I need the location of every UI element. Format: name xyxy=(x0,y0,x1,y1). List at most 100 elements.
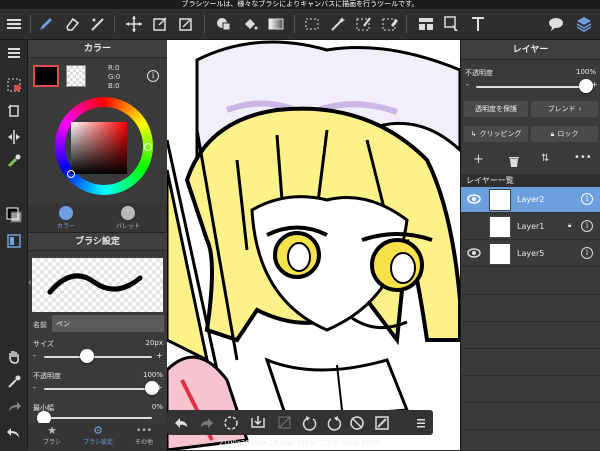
background-color-swatch[interactable] xyxy=(66,65,86,87)
eraser-icon[interactable] xyxy=(60,13,84,35)
eyedropper-icon[interactable] xyxy=(3,371,25,393)
brush-opacity-label: 不透明度 xyxy=(33,372,61,380)
tab-brush-settings[interactable]: ⚙ ブラシ設定 xyxy=(78,424,118,447)
smudge-icon[interactable] xyxy=(86,13,110,35)
operation-icon[interactable] xyxy=(440,13,464,35)
reorder-layer-icon[interactable]: ⇅ xyxy=(541,153,549,164)
brush-size-plus-icon[interactable]: + xyxy=(156,351,163,360)
rotate-left-icon[interactable] xyxy=(302,416,317,431)
brush-panel-title: ブラシ設定 xyxy=(28,233,167,251)
layer-thumbnail xyxy=(489,243,511,265)
magic-wand-icon[interactable] xyxy=(326,13,350,35)
text-icon[interactable] xyxy=(466,13,490,35)
layer-opacity-minus-icon[interactable]: - xyxy=(466,80,469,89)
fill-icon[interactable] xyxy=(212,13,236,35)
menu-icon[interactable] xyxy=(3,42,25,64)
eyedropper-color-icon[interactable] xyxy=(3,150,25,172)
layer-row-layer2[interactable]: Layer2 i xyxy=(461,187,600,213)
brush-size-track[interactable] xyxy=(44,356,152,358)
layers-icon[interactable] xyxy=(572,13,596,35)
brush-opacity-minus-icon[interactable]: - xyxy=(33,383,36,392)
layer-name: Layer1 xyxy=(517,222,545,231)
drawing-canvas[interactable] xyxy=(167,40,460,450)
layer-opacity-track[interactable] xyxy=(476,86,586,88)
brush-settings-panel: ブラシ設定 ‹ › 名前 ペン サイズ 20px - + 不透明度 100% -… xyxy=(28,232,167,451)
flip-canvas-icon[interactable] xyxy=(278,416,291,429)
layer-info-icon[interactable]: i xyxy=(581,193,593,205)
canvas-size-icon[interactable] xyxy=(3,74,25,96)
gradient-icon[interactable] xyxy=(264,13,288,35)
redo-icon[interactable] xyxy=(3,397,25,419)
chat-icon[interactable] xyxy=(544,13,568,35)
color-info-icon[interactable]: i xyxy=(147,70,159,82)
select-rect-icon[interactable] xyxy=(300,13,324,35)
layer-row-layer5[interactable]: Layer5 i xyxy=(461,241,600,267)
eye-icon[interactable] xyxy=(467,248,481,260)
hand-icon[interactable] xyxy=(3,345,25,367)
next-brush-icon[interactable]: › xyxy=(160,278,164,288)
color-tabs: カラー パレット xyxy=(28,203,167,232)
brush-opacity-slider[interactable] xyxy=(145,381,159,395)
filter-icon[interactable] xyxy=(414,13,438,35)
redo-icon[interactable] xyxy=(201,418,213,428)
eye-icon[interactable] xyxy=(467,194,481,206)
tab-palette[interactable]: パレット xyxy=(108,203,148,230)
layer-opacity-label: 不透明度 xyxy=(465,69,493,77)
protect-alpha-button[interactable]: 透明度を保護 xyxy=(464,101,528,117)
tab-color[interactable]: カラー xyxy=(46,203,86,230)
hue-picker-handle[interactable] xyxy=(144,143,152,151)
menu-icon[interactable] xyxy=(2,13,26,35)
transform-icon[interactable] xyxy=(148,13,172,35)
move-icon[interactable] xyxy=(122,13,146,35)
clipping-button[interactable]: ↳ クリッピング xyxy=(464,126,528,142)
clipping-icon: ↳ xyxy=(470,130,477,138)
color-tab-icon xyxy=(59,206,73,220)
layer-info-icon[interactable]: i xyxy=(581,247,593,259)
blend-mode-button[interactable]: ブレンド › xyxy=(531,101,598,117)
lock-button[interactable]: 🔒︎ ロック xyxy=(531,126,598,142)
bucket-icon[interactable] xyxy=(238,13,262,35)
no-snap-icon[interactable] xyxy=(350,416,364,430)
brush-opacity-track[interactable] xyxy=(44,388,152,390)
layer-more-icon[interactable]: ••• xyxy=(574,152,592,163)
color-swatch-icon[interactable] xyxy=(3,204,25,226)
lock-label: ロック xyxy=(557,130,579,138)
brush-icon[interactable] xyxy=(34,13,58,35)
add-layer-icon[interactable]: + xyxy=(473,152,484,167)
brush-min-width-track[interactable] xyxy=(44,417,152,419)
delete-layer-icon[interactable] xyxy=(508,153,520,172)
layer-thumbnail xyxy=(489,189,511,211)
layer-opacity-slider[interactable] xyxy=(579,79,593,93)
saturation-value-box[interactable] xyxy=(71,122,127,174)
layer-name: Layer5 xyxy=(517,249,545,258)
tab-color-label: カラー xyxy=(56,223,75,230)
save-icon[interactable] xyxy=(251,416,265,428)
status-bar: ブラシツールは、様々なブラシによりキャンバスに描画を行うツールです。 xyxy=(0,0,600,9)
flip-icon[interactable] xyxy=(3,126,25,148)
select-eraser-icon[interactable] xyxy=(378,13,402,35)
prev-brush-icon[interactable]: ‹ xyxy=(28,278,32,288)
layer-row-layer1[interactable]: Layer1 🔒︎ i xyxy=(461,214,600,240)
brush-size-slider[interactable] xyxy=(80,349,95,363)
canvas-artwork xyxy=(167,40,460,450)
select-pen-icon[interactable] xyxy=(352,13,376,35)
panel-toggle-icon[interactable] xyxy=(3,230,25,252)
undo-icon[interactable] xyxy=(175,418,187,428)
tab-brush[interactable]: ★ ブラシ xyxy=(34,425,70,447)
layer-info-icon[interactable]: i xyxy=(581,220,593,232)
sv-picker-handle[interactable] xyxy=(67,170,75,178)
rotate-icon[interactable] xyxy=(3,100,25,122)
color-panel: カラー R:0 G:0 B:0 i カラー パレット xyxy=(28,40,167,232)
rotate-right-icon[interactable] xyxy=(327,416,342,431)
tab-other[interactable]: ••• その他 xyxy=(126,425,162,446)
rotate-view-icon[interactable] xyxy=(224,416,238,430)
brush-name-field[interactable]: ペン xyxy=(52,315,164,332)
free-transform-icon[interactable] xyxy=(174,13,198,35)
layer-list-empty xyxy=(461,268,600,450)
ruler-icon[interactable] xyxy=(375,416,389,430)
foreground-color-swatch[interactable] xyxy=(33,65,59,87)
undo-icon[interactable] xyxy=(3,423,25,445)
sliders-icon: ⚙ xyxy=(93,424,103,437)
brush-size-minus-icon[interactable]: - xyxy=(33,351,36,360)
canvas-menu-icon[interactable] xyxy=(417,419,425,428)
